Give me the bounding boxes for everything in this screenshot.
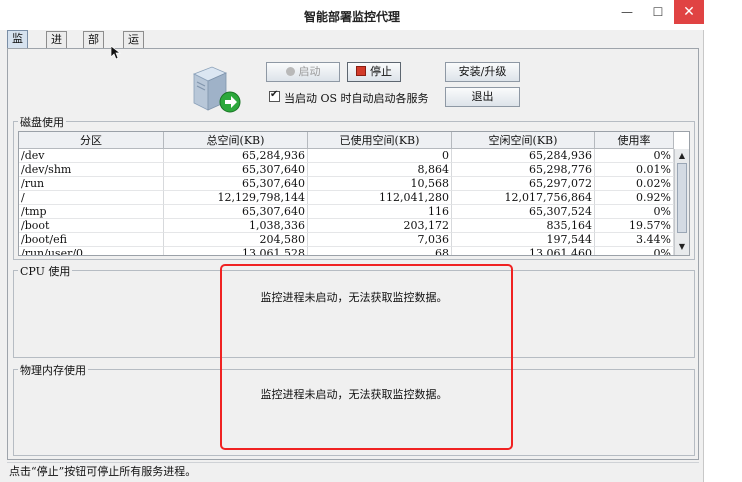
cell-total: 1,038,336 [164, 219, 308, 233]
cell-usage: 0% [595, 149, 674, 163]
scroll-down-icon[interactable]: ▼ [676, 241, 688, 253]
col-partition[interactable]: 分区 [19, 132, 164, 149]
cell-partition: /run [19, 177, 164, 191]
start-button[interactable]: 启动 [266, 62, 340, 82]
cell-used: 203,172 [308, 219, 452, 233]
exit-button[interactable]: 退出 [445, 87, 520, 107]
cell-partition: /boot [19, 219, 164, 233]
cell-total: 65,307,640 [164, 163, 308, 177]
close-button[interactable]: ✕ [674, 0, 704, 24]
server-icon [193, 66, 241, 113]
cell-free: 65,298,776 [452, 163, 595, 177]
tab-monitor[interactable]: 监控 [7, 30, 28, 61]
install-upgrade-button[interactable]: 安装/升级 [445, 62, 520, 82]
cell-usage: 0.92% [595, 191, 674, 205]
table-row[interactable]: /12,129,798,144 112,041,280 12,017,756,864… [19, 191, 674, 205]
cell-total: 65,307,640 [164, 177, 308, 191]
title-bar: 智能部署监控代理 — ☐ ✕ [0, 0, 704, 30]
cell-used: 68 [308, 247, 452, 255]
disk-table-scrollbar[interactable]: ▲ ▼ [674, 149, 689, 255]
cell-used: 0 [308, 149, 452, 163]
col-free[interactable]: 空闲空间(KB) [452, 132, 595, 149]
cell-usage: 0.01% [595, 163, 674, 177]
col-total[interactable]: 总空间(KB) [164, 132, 308, 149]
cell-partition: /boot/efi [19, 233, 164, 247]
tab-deploy[interactable]: 部署 [83, 31, 104, 62]
stop-square-icon [356, 66, 366, 76]
scroll-up-icon[interactable]: ▲ [676, 150, 688, 162]
start-icon [285, 67, 295, 76]
table-row[interactable]: /run/user/0 13,061,528 68 13,061,460 0% [19, 247, 674, 255]
tab-process[interactable]: 进程 [46, 31, 67, 62]
maximize-button[interactable]: ☐ [643, 0, 673, 24]
table-row[interactable]: /dev/shm 65,307,640 8,864 65,298,776 0.01% [19, 163, 674, 177]
cell-used: 10,568 [308, 177, 452, 191]
cell-usage: 0% [595, 247, 674, 255]
cell-free: 13,061,460 [452, 247, 595, 255]
cell-free: 65,307,524 [452, 205, 595, 219]
cpu-group-title: CPU 使用 [18, 263, 73, 279]
tab-runtime[interactable]: 运行环境 [123, 31, 144, 94]
autostart-label: 当启动 OS 时自动启动各服务 [284, 92, 429, 105]
cell-used: 112,041,280 [308, 191, 452, 205]
disk-table: 分区 总空间(KB) 已使用空间(KB) 空闲空间(KB) 使用率 /dev 65… [18, 131, 690, 256]
red-highlight-box [220, 264, 513, 450]
cell-total: 65,307,640 [164, 205, 308, 219]
disk-table-header: 分区 总空间(KB) 已使用空间(KB) 空闲空间(KB) 使用率 [19, 132, 689, 149]
cell-used: 116 [308, 205, 452, 219]
disk-group-title: 磁盘使用 [18, 114, 66, 130]
cell-partition: /run/user/0 [19, 247, 164, 255]
cell-total: 13,061,528 [164, 247, 308, 255]
cell-free: 65,297,072 [452, 177, 595, 191]
cell-usage: 3.44% [595, 233, 674, 247]
cell-partition: /dev/shm [19, 163, 164, 177]
cell-free: 12,017,756,864 [452, 191, 595, 205]
cell-usage: 0% [595, 205, 674, 219]
cell-usage: 0.02% [595, 177, 674, 191]
table-row[interactable]: /boot/efi 204,580 7,036 197,544 3.44% [19, 233, 674, 247]
mouse-cursor-icon [111, 46, 121, 60]
stop-button[interactable]: 停止 [347, 62, 401, 82]
cell-used: 7,036 [308, 233, 452, 247]
col-used[interactable]: 已使用空间(KB) [308, 132, 452, 149]
table-row[interactable]: /dev 65,284,936 0 65,284,936 0% [19, 149, 674, 163]
cell-free: 835,164 [452, 219, 595, 233]
table-row[interactable]: /boot 1,038,336 203,172 835,164 19.57% [19, 219, 674, 233]
app-window: 智能部署监控代理 — ☐ ✕ 监控 进程 部署 运行环境 启动 停止 安装/升级… [0, 0, 704, 482]
cell-usage: 19.57% [595, 219, 674, 233]
col-usage[interactable]: 使用率 [595, 132, 674, 149]
autostart-checkbox[interactable] [269, 89, 280, 102]
cell-free: 65,284,936 [452, 149, 595, 163]
cell-partition: /tmp [19, 205, 164, 219]
cell-total: 65,284,936 [164, 149, 308, 163]
status-bar: 点击“停止”按钮可停止所有服务进程。 [7, 462, 699, 479]
cell-partition: / [19, 191, 164, 205]
cell-total: 12,129,798,144 [164, 191, 308, 205]
window-title: 智能部署监控代理 [303, 10, 400, 24]
scroll-thumb[interactable] [677, 163, 687, 233]
table-row[interactable]: /tmp 65,307,640 116 65,307,524 0% [19, 205, 674, 219]
cell-used: 8,864 [308, 163, 452, 177]
table-row[interactable]: /run 65,307,640 10,568 65,297,072 0.02% [19, 177, 674, 191]
start-button-label: 启动 [298, 65, 321, 78]
stop-button-label: 停止 [370, 65, 392, 78]
memory-group-title: 物理内存使用 [18, 362, 88, 378]
cell-total: 204,580 [164, 233, 308, 247]
cell-partition: /dev [19, 149, 164, 163]
minimize-button[interactable]: — [612, 0, 642, 24]
cell-free: 197,544 [452, 233, 595, 247]
